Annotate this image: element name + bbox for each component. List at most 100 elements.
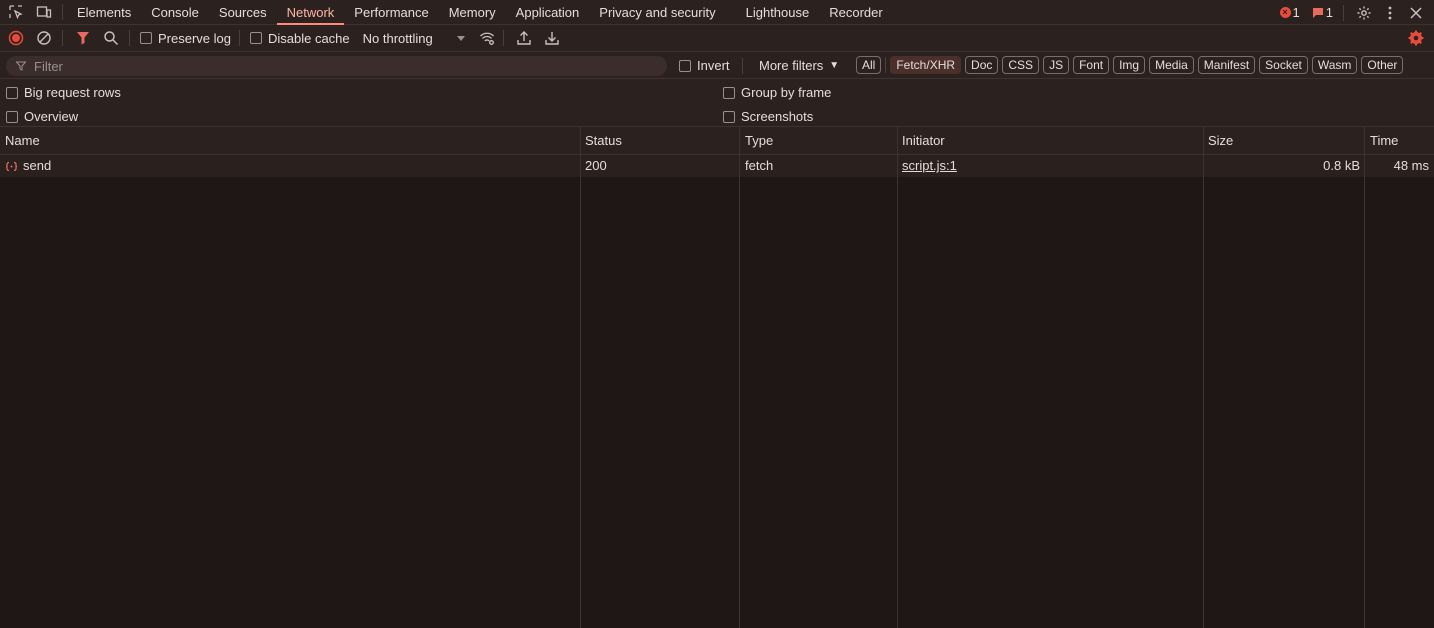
chip-wasm[interactable]: Wasm: [1311, 56, 1358, 74]
tab-elements[interactable]: Elements: [67, 0, 141, 25]
request-name-cell[interactable]: send: [0, 155, 51, 177]
screenshots-checkbox[interactable]: Screenshots: [723, 109, 813, 124]
error-count: 1: [1292, 5, 1300, 20]
column-header-type[interactable]: Type: [740, 127, 773, 155]
chip-manifest[interactable]: Manifest: [1197, 56, 1256, 74]
clear-icon[interactable]: [34, 28, 54, 48]
filter-placeholder: Filter: [34, 58, 63, 74]
divider: [1343, 4, 1344, 21]
preserve-log-checkbox[interactable]: Preserve log: [140, 31, 231, 46]
inspect-element-icon[interactable]: [6, 2, 26, 22]
initiator-link[interactable]: script.js:1: [902, 158, 957, 173]
invert-label: Invert: [697, 58, 730, 73]
table-row[interactable]: send 200 fetch script.js:1 0.8 kB 48 ms: [0, 155, 1434, 177]
screenshots-box[interactable]: [723, 110, 735, 123]
panel-tab-bar: Elements Console Sources Network Perform…: [0, 0, 1434, 25]
filter-funnel-icon[interactable]: [73, 28, 93, 48]
disable-cache-label: Disable cache: [267, 30, 350, 46]
divider: [62, 30, 63, 46]
fetch-request-icon: [5, 161, 18, 171]
tab-performance[interactable]: Performance: [344, 0, 438, 25]
divider: [885, 57, 887, 73]
search-icon[interactable]: [101, 28, 121, 48]
preserve-log-label: Preserve log: [158, 30, 231, 46]
throttling-value: No throttling: [362, 30, 433, 46]
divider: [502, 30, 504, 46]
export-har-icon[interactable]: [542, 28, 562, 48]
panel-tabs: Elements Console Sources Network Perform…: [67, 0, 893, 25]
tab-application[interactable]: Application: [506, 0, 590, 25]
network-request-table: Name Status Type Initiator Size Time sen…: [0, 127, 1434, 628]
chip-media[interactable]: Media: [1149, 56, 1194, 74]
tab-network[interactable]: Network: [276, 0, 345, 25]
preserve-log-box[interactable]: [140, 32, 152, 44]
request-name: send: [23, 158, 52, 173]
network-settings-gear-icon[interactable]: [1406, 28, 1426, 48]
network-conditions-icon[interactable]: [477, 28, 497, 48]
group-by-frame-checkbox[interactable]: Group by frame: [723, 85, 831, 100]
big-request-rows-box[interactable]: [6, 86, 18, 99]
message-icon: [1312, 7, 1323, 18]
column-header-status[interactable]: Status: [580, 127, 622, 155]
column-header-initiator[interactable]: Initiator: [897, 127, 945, 155]
tab-console[interactable]: Console: [141, 0, 209, 25]
column-divider[interactable]: [580, 127, 581, 628]
column-divider[interactable]: [739, 127, 740, 628]
column-divider[interactable]: [897, 127, 898, 628]
column-header-name[interactable]: Name: [0, 127, 40, 155]
column-divider[interactable]: [1364, 127, 1365, 628]
chip-all[interactable]: All: [856, 56, 882, 74]
table-header: Name Status Type Initiator Size Time: [0, 127, 1434, 155]
more-filters-dropdown[interactable]: More filters ▼: [759, 58, 839, 73]
tab-lighthouse[interactable]: Lighthouse: [736, 0, 820, 25]
status-cell: 200: [585, 158, 607, 173]
filter-icon: [16, 61, 26, 71]
group-by-frame-box[interactable]: [723, 86, 735, 99]
big-request-rows-label: Big request rows: [24, 85, 121, 100]
disable-cache-box[interactable]: [249, 32, 262, 44]
filter-row: Filter Invert More filters ▼ All Fetch/X…: [0, 52, 1434, 79]
error-count-badge[interactable]: × 1: [1279, 5, 1300, 20]
group-by-frame-label: Group by frame: [741, 85, 832, 100]
record-stop-icon[interactable]: [6, 28, 26, 48]
overview-label: Overview: [24, 109, 79, 124]
import-har-icon[interactable]: [514, 28, 534, 48]
tab-memory[interactable]: Memory: [439, 0, 506, 25]
column-header-size[interactable]: Size: [1203, 127, 1233, 155]
invert-box[interactable]: [679, 59, 691, 72]
chip-other[interactable]: Other: [1361, 56, 1404, 74]
tab-privacy-and-security[interactable]: Privacy and security: [589, 0, 725, 25]
throttling-select[interactable]: No throttling: [363, 31, 465, 46]
resource-type-filters: All Fetch/XHR Doc CSS JS Font Img Media …: [852, 56, 1404, 74]
more-filters-label: More filters: [759, 58, 824, 73]
chip-doc[interactable]: Doc: [965, 56, 999, 74]
overview-box[interactable]: [6, 110, 18, 123]
close-icon[interactable]: [1406, 3, 1426, 23]
chip-font[interactable]: Font: [1073, 56, 1110, 74]
chevron-down-icon: [456, 35, 465, 41]
filter-input[interactable]: Filter: [6, 56, 667, 76]
tab-recorder[interactable]: Recorder: [819, 0, 892, 25]
initiator-cell: script.js:1: [897, 155, 957, 177]
network-toolbar: Preserve log Disable cache No throttling: [0, 25, 1434, 52]
device-toolbar-icon[interactable]: [34, 2, 54, 22]
invert-checkbox[interactable]: Invert: [679, 58, 730, 73]
column-divider[interactable]: [1203, 127, 1204, 628]
chip-js[interactable]: JS: [1043, 56, 1070, 74]
divider: [238, 30, 240, 46]
column-header-time[interactable]: Time: [1365, 127, 1398, 155]
type-cell: fetch: [745, 158, 774, 173]
chip-css[interactable]: CSS: [1002, 56, 1040, 74]
more-options-icon[interactable]: [1380, 3, 1400, 23]
big-request-rows-checkbox[interactable]: Big request rows: [6, 85, 121, 100]
message-count-badge[interactable]: 1: [1312, 5, 1333, 20]
disable-cache-checkbox[interactable]: Disable cache: [249, 30, 350, 46]
triangle-down-icon: ▼: [829, 60, 840, 71]
chip-socket[interactable]: Socket: [1259, 56, 1308, 74]
settings-gear-icon[interactable]: [1354, 3, 1374, 23]
divider: [129, 30, 130, 46]
chip-img[interactable]: Img: [1113, 56, 1146, 74]
chip-fetch-xhr[interactable]: Fetch/XHR: [890, 56, 962, 74]
overview-checkbox[interactable]: Overview: [6, 109, 78, 124]
tab-sources[interactable]: Sources: [209, 0, 277, 25]
